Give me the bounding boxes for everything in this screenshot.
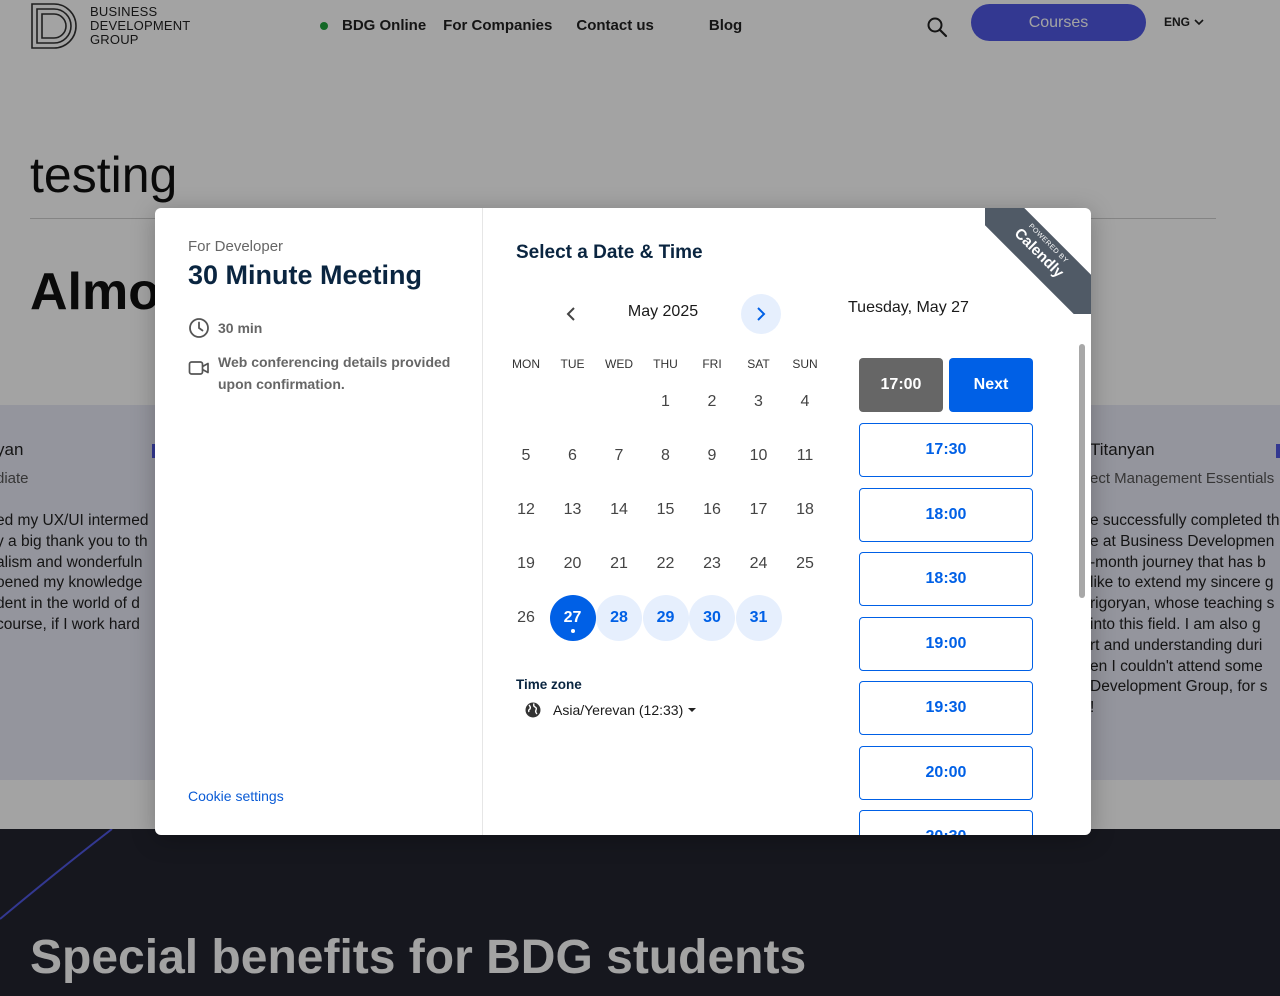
calendar-day: 19 bbox=[517, 555, 535, 572]
weekday-header: THU bbox=[653, 357, 678, 371]
calendar-day: 26 bbox=[517, 609, 535, 626]
video-camera-icon bbox=[188, 361, 209, 375]
event-duration: 30 min bbox=[188, 317, 262, 339]
time-slot-button[interactable]: 20:00 bbox=[859, 745, 1033, 800]
calendar-day: 22 bbox=[656, 555, 675, 572]
selected-slot-row: 17:00 Next bbox=[859, 358, 1039, 412]
calendar-day: 13 bbox=[563, 501, 582, 518]
slots-scrollbar[interactable] bbox=[1079, 344, 1085, 598]
weekday-header: MON bbox=[512, 357, 540, 371]
calendar-day: 17 bbox=[749, 501, 768, 518]
timezone-selector[interactable]: Asia/Yerevan (12:33) bbox=[525, 702, 697, 718]
next-button[interactable]: Next bbox=[949, 358, 1033, 412]
calendar-day: 15 bbox=[656, 501, 675, 518]
calendar-day: 4 bbox=[800, 393, 810, 410]
calendar-day: 10 bbox=[749, 447, 768, 464]
weekday-header: TUE bbox=[560, 357, 585, 371]
weekday-header: SAT bbox=[747, 357, 770, 371]
available-slots: 17:30 18:00 18:30 19:00 19:30 20:00 20:30 bbox=[859, 423, 1039, 835]
previous-month-button[interactable] bbox=[551, 294, 591, 334]
calendar-day-selected[interactable]: 27 bbox=[549, 595, 596, 641]
event-owner: For Developer bbox=[188, 238, 284, 255]
weekday-header: FRI bbox=[702, 357, 722, 371]
time-slot-button[interactable]: 19:00 bbox=[859, 616, 1033, 671]
calendar-day: 6 bbox=[568, 447, 577, 464]
calendar-day: 23 bbox=[703, 555, 721, 572]
calendar-day: 7 bbox=[614, 447, 624, 464]
timezone-value: Asia/Yerevan (12:33) bbox=[553, 702, 684, 718]
month-navigator: May 2025 bbox=[543, 294, 783, 334]
event-details-panel: For Developer 30 Minute Meeting 30 min W… bbox=[155, 208, 483, 835]
time-slot-list: 17:00 Next 17:30 18:00 18:30 19:00 19:30 20:0… bbox=[859, 358, 1039, 835]
time-slot-button[interactable]: 20:30 bbox=[859, 810, 1033, 835]
calendar-day: 14 bbox=[610, 501, 628, 518]
event-conferencing: Web conferencing details provided upon c… bbox=[188, 351, 458, 395]
calendar-day: 12 bbox=[517, 501, 535, 518]
calendar-day: 8 bbox=[661, 447, 670, 464]
chevron-left-icon bbox=[566, 307, 575, 321]
calendar-day: 1 bbox=[661, 393, 670, 410]
event-title: 30 Minute Meeting bbox=[188, 260, 423, 290]
calendar-day-available[interactable]: 28 bbox=[596, 595, 642, 641]
current-month-label: May 2025 bbox=[627, 303, 699, 320]
calendar-day: 24 bbox=[749, 555, 768, 572]
time-slot-button[interactable]: 18:30 bbox=[859, 552, 1033, 606]
calendar-day-available[interactable]: 30 bbox=[689, 595, 735, 641]
calendar-day-available[interactable]: 31 bbox=[735, 595, 782, 641]
calendar-day: 2 bbox=[707, 393, 717, 410]
next-month-button[interactable] bbox=[741, 294, 781, 334]
booking-modal: For Developer 30 Minute Meeting 30 min W… bbox=[155, 208, 1091, 835]
calendar-day: 21 bbox=[610, 555, 628, 572]
calendar-day: 16 bbox=[703, 501, 721, 518]
calendar-day: 25 bbox=[796, 555, 814, 572]
time-slot-button[interactable]: 19:30 bbox=[859, 681, 1033, 735]
select-date-time-heading: Select a Date & Time bbox=[516, 242, 703, 263]
selected-time-slot[interactable]: 17:00 bbox=[859, 358, 943, 412]
time-slot-button[interactable]: 18:00 bbox=[859, 487, 1033, 542]
timezone-label: Time zone bbox=[516, 677, 582, 692]
weekday-header: SUN bbox=[792, 357, 818, 371]
duration-label: 30 min bbox=[218, 320, 263, 336]
conferencing-text: Web conferencing details provided upon c… bbox=[218, 354, 451, 392]
calendly-brand-label: Calendly bbox=[1010, 224, 1068, 282]
selected-date-heading: Tuesday, May 27 bbox=[848, 299, 969, 316]
time-slot-button[interactable]: 17:30 bbox=[859, 423, 1033, 477]
calendar-day: 18 bbox=[796, 501, 814, 518]
caret-down-icon bbox=[688, 708, 697, 712]
calendar-day-available[interactable]: 29 bbox=[642, 595, 689, 641]
calendar-day: 9 bbox=[707, 447, 717, 464]
calendar-day: 20 bbox=[563, 555, 582, 572]
clock-icon bbox=[189, 318, 209, 338]
calendly-ribbon: POWERED BY Calendly bbox=[985, 208, 1091, 314]
cookie-settings-link[interactable]: Cookie settings bbox=[188, 788, 284, 804]
weekday-header: WED bbox=[605, 357, 633, 371]
calendar-day: 5 bbox=[521, 447, 531, 464]
chevron-right-icon bbox=[757, 307, 766, 321]
powered-by-calendly-badge[interactable]: POWERED BY Calendly bbox=[985, 208, 1091, 314]
calendar-day: 3 bbox=[754, 393, 763, 410]
calendar-day: 11 bbox=[796, 447, 814, 464]
globe-icon bbox=[525, 702, 541, 718]
